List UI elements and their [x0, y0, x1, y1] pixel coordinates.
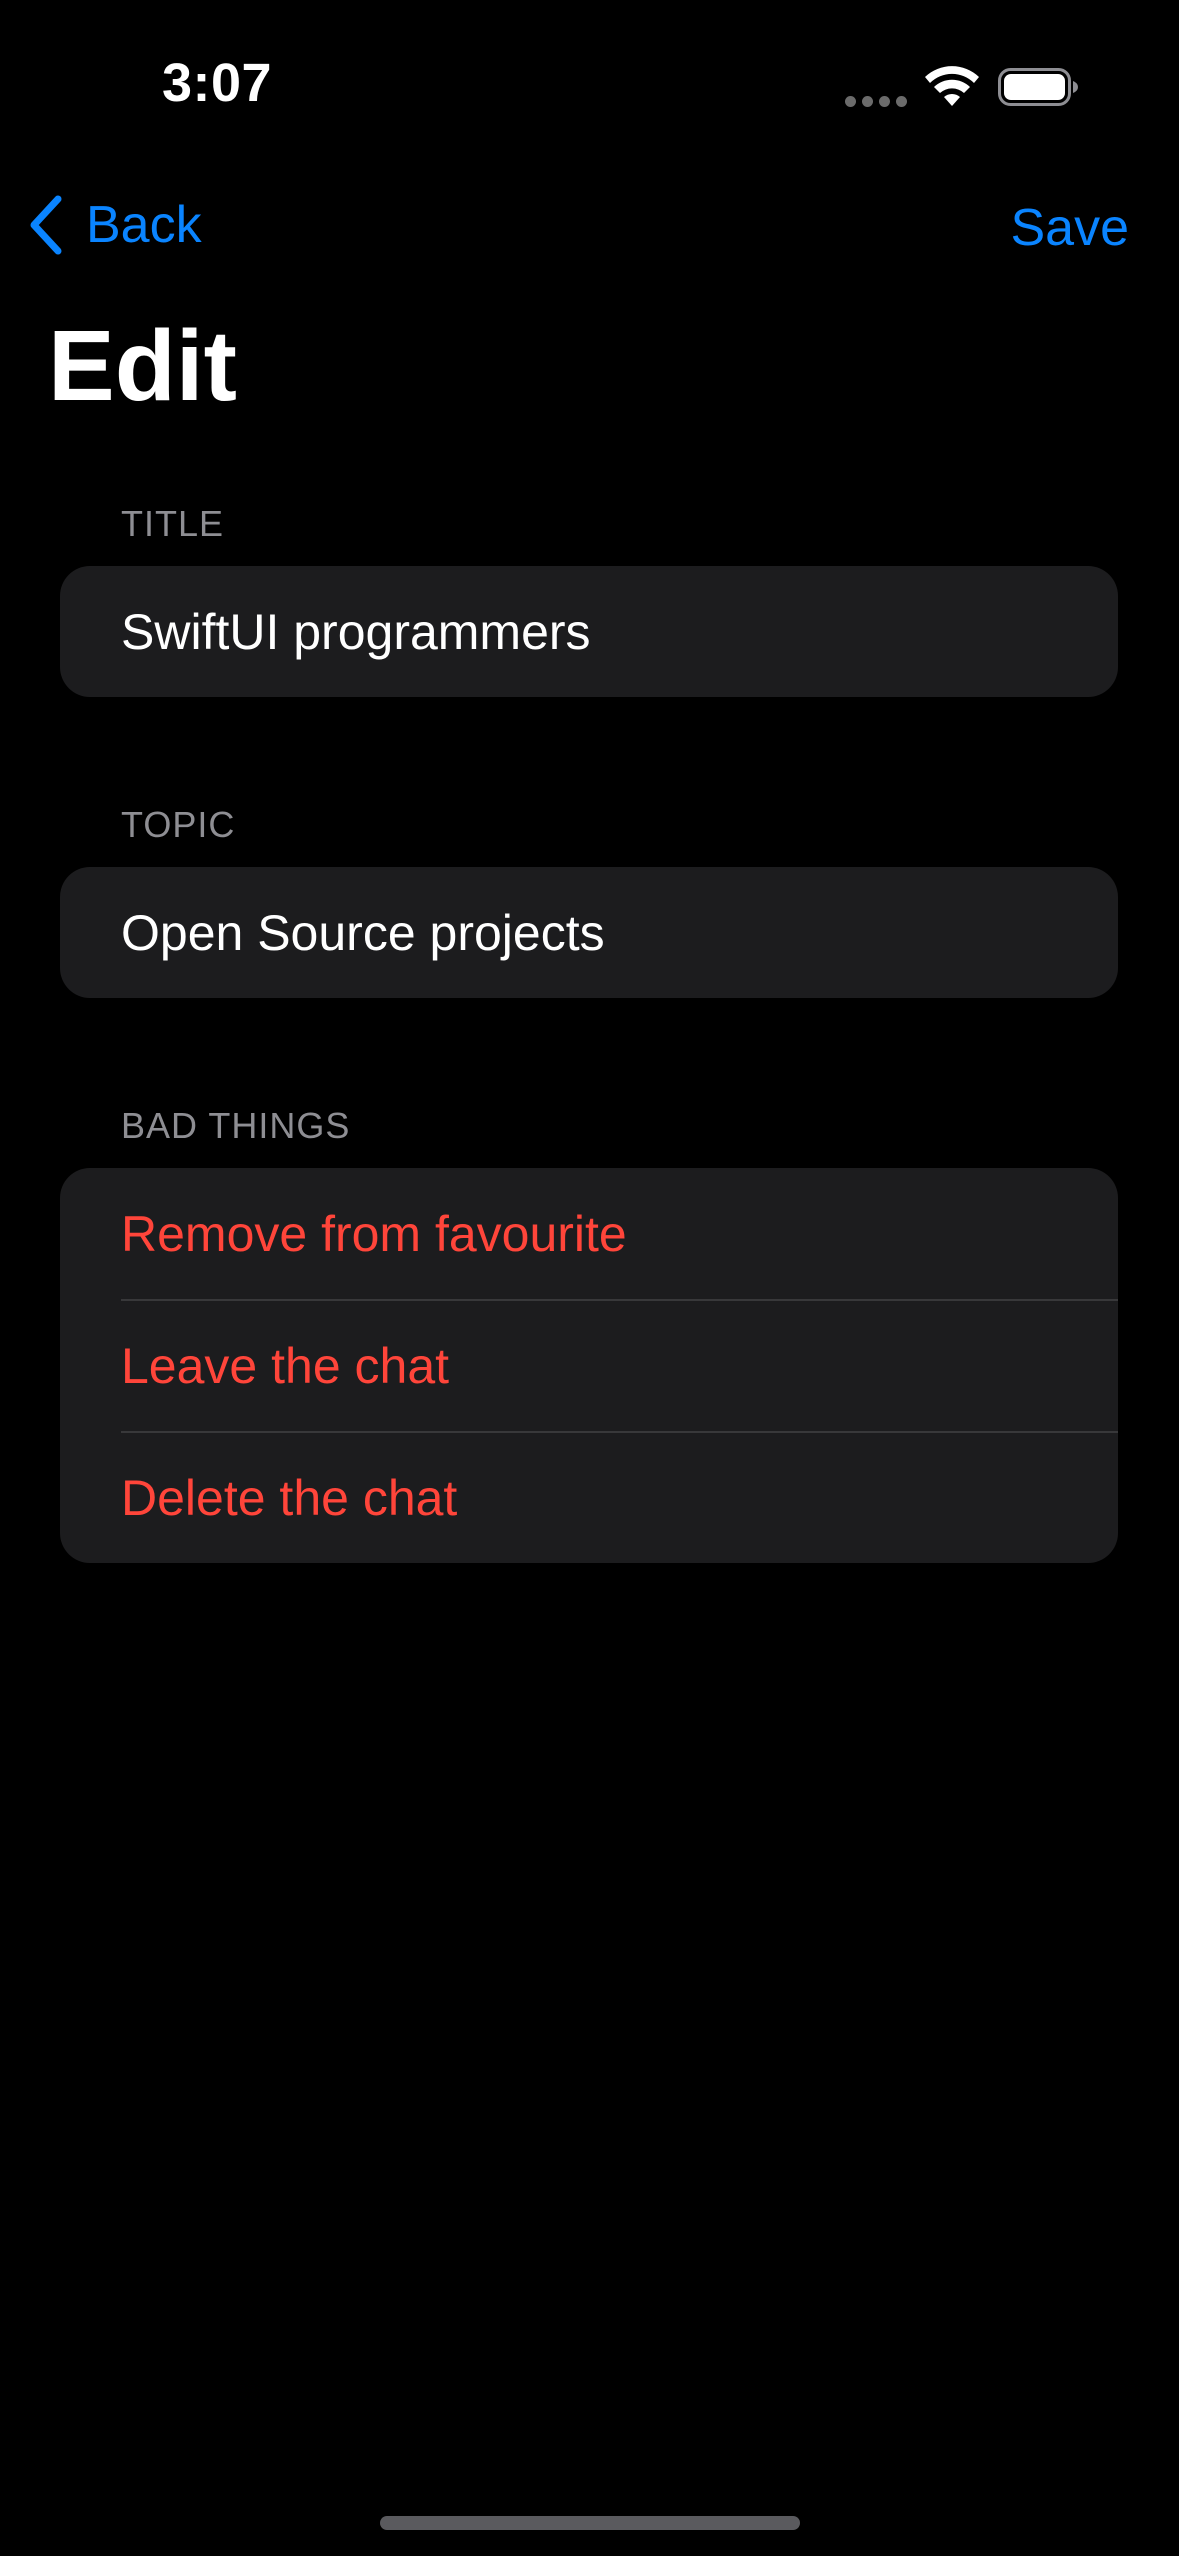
bad-things-card: Remove from favourite Leave the chat Del… [60, 1168, 1118, 1563]
remove-from-favourite-button[interactable]: Remove from favourite [60, 1168, 1118, 1299]
delete-chat-button[interactable]: Delete the chat [60, 1433, 1118, 1563]
title-field-row [60, 566, 1118, 697]
cellular-signal-icon [845, 96, 907, 107]
topic-field[interactable] [121, 903, 1118, 962]
topic-card [60, 867, 1118, 998]
section-header-title: TITLE [121, 503, 225, 544]
section-header-bad-things: BAD THINGS [121, 1105, 351, 1146]
title-card [60, 566, 1118, 697]
home-indicator[interactable] [380, 2516, 800, 2530]
back-button[interactable]: Back [26, 190, 202, 260]
battery-icon [998, 68, 1078, 106]
topic-field-row [60, 867, 1118, 998]
title-field[interactable] [121, 602, 1118, 661]
wifi-icon [925, 66, 979, 106]
save-button[interactable]: Save [1010, 193, 1129, 263]
section-header-topic: TOPIC [121, 804, 236, 845]
page-title: Edit [48, 310, 237, 422]
chevron-left-icon [30, 195, 62, 255]
leave-chat-button[interactable]: Leave the chat [60, 1301, 1118, 1431]
back-button-label: Back [86, 196, 202, 254]
status-time: 3:07 [162, 53, 273, 113]
